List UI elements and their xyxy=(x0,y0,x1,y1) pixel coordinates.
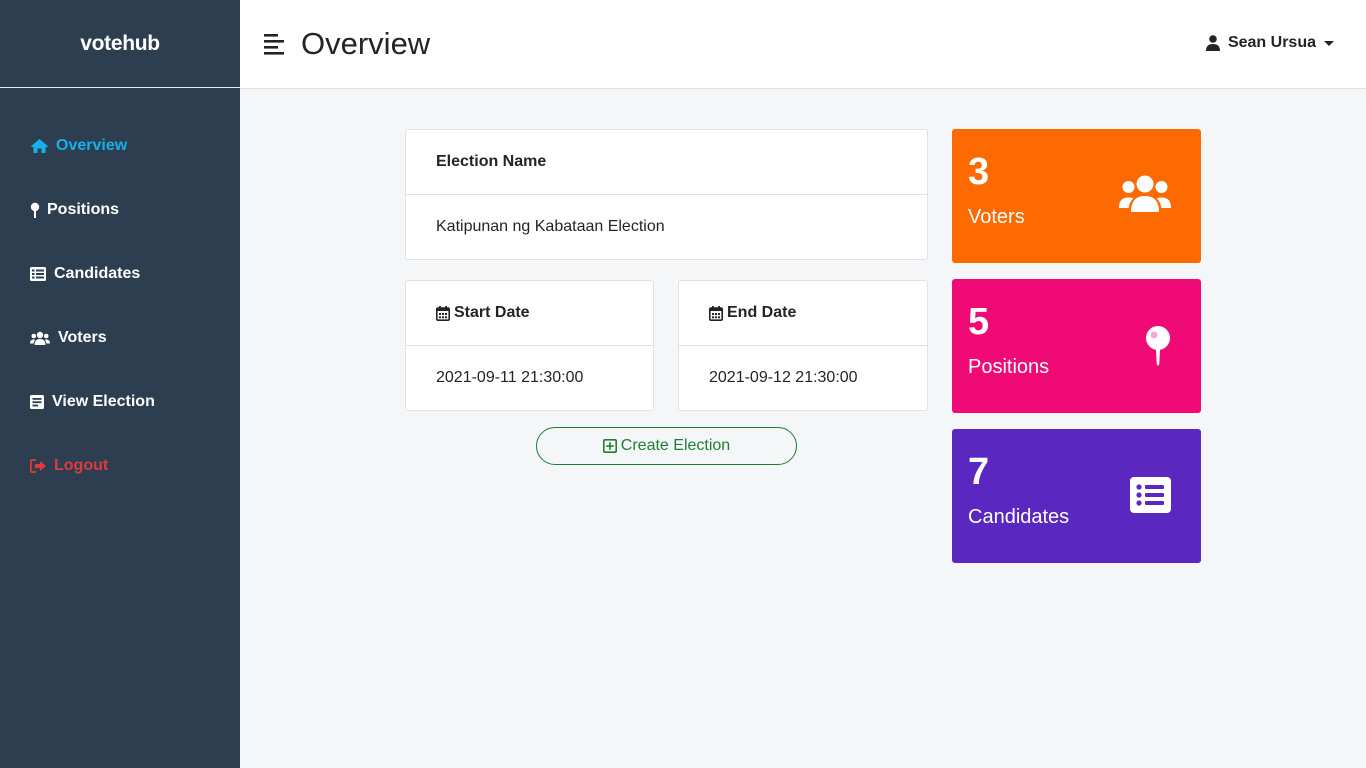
home-icon xyxy=(30,136,50,156)
user-name: Sean Ursua xyxy=(1227,34,1316,51)
sidebar-item-positions[interactable]: Positions xyxy=(0,178,240,242)
sidebar-item-view-election[interactable]: View Election xyxy=(0,370,240,434)
users-icon xyxy=(1119,175,1171,218)
sidebar-item-label: Candidates xyxy=(54,265,141,282)
start-date-card: Start Date 2021-09-11 21:30:00 xyxy=(405,280,654,411)
sidebar-nav: Overview Positions Candidates Voters Vie… xyxy=(0,88,240,498)
list-icon xyxy=(1130,477,1171,518)
stat-card-candidates[interactable]: 7 Candidates xyxy=(952,429,1201,563)
end-date-label: End Date xyxy=(727,304,797,321)
start-date-label: Start Date xyxy=(454,304,530,321)
calendar-icon xyxy=(709,305,723,321)
end-date-card: End Date 2021-09-12 21:30:00 xyxy=(678,280,928,411)
sidebar-item-label: Positions xyxy=(47,201,120,218)
top-bar: Overview Sean Ursua xyxy=(240,0,1366,89)
menu-toggle-icon[interactable] xyxy=(264,33,286,55)
sidebar-item-voters[interactable]: Voters xyxy=(0,306,240,370)
create-election-button[interactable]: Create Election xyxy=(536,427,797,465)
stat-value: 5 xyxy=(968,301,990,343)
user-menu[interactable]: Sean Ursua xyxy=(1205,34,1334,52)
sidebar-item-label: Logout xyxy=(54,457,109,474)
sign-out-icon xyxy=(30,456,48,476)
calendar-icon xyxy=(436,305,450,321)
stat-value: 7 xyxy=(968,451,990,493)
list-icon xyxy=(30,264,48,284)
users-icon xyxy=(30,328,52,348)
sidebar: votehub Overview Positions Candidates Vo… xyxy=(0,0,240,768)
sidebar-item-candidates[interactable]: Candidates xyxy=(0,242,240,306)
sidebar-item-label: Voters xyxy=(58,329,107,346)
page-title: Overview xyxy=(301,26,431,61)
pin-icon xyxy=(30,200,41,220)
start-date-header: Start Date xyxy=(406,281,653,346)
stat-card-voters[interactable]: 3 Voters xyxy=(952,129,1201,263)
sidebar-item-logout[interactable]: Logout xyxy=(0,434,240,498)
user-icon xyxy=(1205,35,1220,51)
stat-label: Candidates xyxy=(968,506,1070,528)
stat-label: Voters xyxy=(968,206,1025,228)
brand-logo[interactable]: votehub xyxy=(0,0,240,88)
election-name-card: Election Name Katipunan ng Kabataan Elec… xyxy=(405,129,928,260)
chevron-down-icon xyxy=(1324,40,1334,46)
election-name-value: Katipunan ng Kabataan Election xyxy=(436,218,665,235)
pin-icon xyxy=(1145,325,1171,372)
stat-label: Positions xyxy=(968,356,1050,378)
sidebar-item-label: Overview xyxy=(56,137,128,154)
create-election-label: Create Election xyxy=(620,437,731,454)
sidebar-item-overview[interactable]: Overview xyxy=(0,114,240,178)
sidebar-item-label: View Election xyxy=(52,393,155,410)
end-date-header: End Date xyxy=(679,281,927,346)
end-date-value: 2021-09-12 21:30:00 xyxy=(709,369,858,386)
document-icon xyxy=(30,392,46,412)
start-date-value: 2021-09-11 21:30:00 xyxy=(436,369,584,386)
stat-value: 3 xyxy=(968,151,990,193)
stat-card-positions[interactable]: 5 Positions xyxy=(952,279,1201,413)
election-name-label: Election Name xyxy=(406,130,927,195)
plus-square-icon xyxy=(602,439,617,453)
